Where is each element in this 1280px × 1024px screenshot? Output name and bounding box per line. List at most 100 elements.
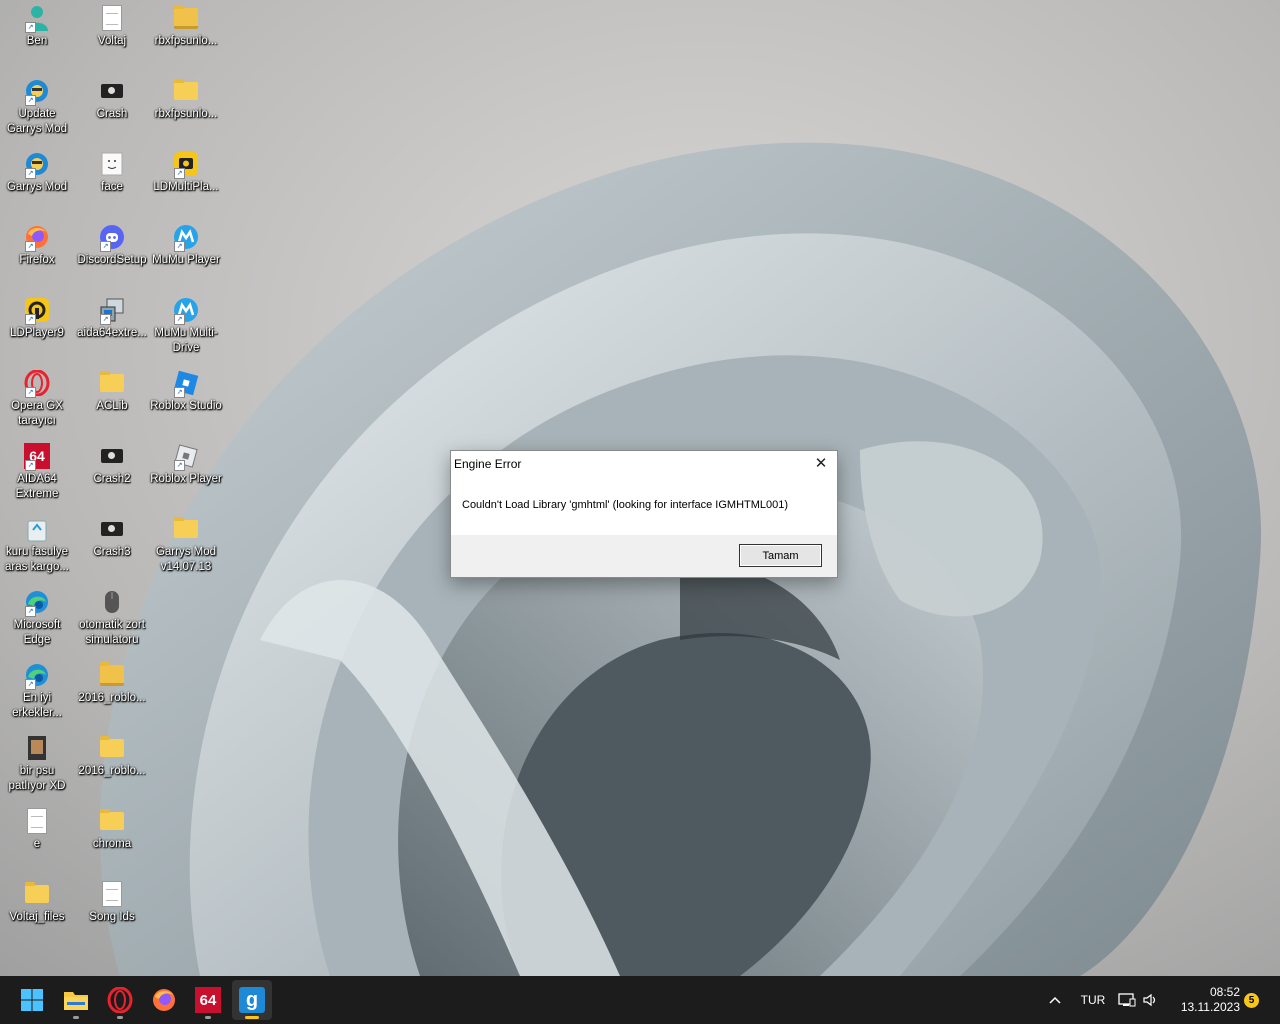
desktop-icon-label: DiscordSetup	[77, 254, 147, 266]
desktop-icon[interactable]: ↗ Roblox Studio	[149, 365, 223, 414]
desktop-icon-label: otomatik zort simulatoru	[79, 619, 145, 646]
desktop-icon-label: Ben	[26, 35, 48, 47]
firefox-icon	[153, 989, 175, 1011]
desktop-icon-label: 2016_roblo...	[78, 765, 146, 777]
desktop-icon[interactable]: chroma	[75, 803, 149, 852]
desktop-icon[interactable]: ↗ DiscordSetup	[75, 219, 149, 268]
taskbar-file-explorer[interactable]	[56, 980, 96, 1020]
ldplayer-icon: ↗	[23, 296, 51, 325]
shortcut-arrow-icon: ↗	[174, 168, 185, 179]
desktop-icon-label: aida64extre...	[77, 327, 147, 339]
desktop-icon[interactable]: ↗ MuMu Player	[149, 219, 223, 268]
user-icon: ↗	[23, 4, 51, 33]
desktop-icon[interactable]: ACLib	[75, 365, 149, 414]
shortcut-arrow-icon: ↗	[25, 95, 36, 106]
folder-icon	[98, 369, 126, 397]
shortcut-arrow-icon: ↗	[25, 168, 36, 179]
running-indicator	[205, 1016, 211, 1019]
desktop-icon[interactable]: bir psu patlıyor XD	[0, 730, 74, 794]
desktop-icon[interactable]: ↗ Ben	[0, 0, 74, 49]
desktop-icon[interactable]: ↗ En iyi erkekler...	[0, 657, 74, 721]
desktop-icon[interactable]: 2016_roblo...	[75, 730, 149, 779]
shortcut-arrow-icon: ↗	[25, 606, 36, 617]
desktop-icon[interactable]: ↗ LDPlayer9	[0, 292, 74, 341]
desktop-icon[interactable]: ↗ Microsoft Edge	[0, 584, 74, 648]
desktop-icon[interactable]: ↗ Garrys Mod	[0, 146, 74, 195]
desktop-icon[interactable]: Song Ids	[75, 876, 149, 925]
notification-center-button[interactable]: 5	[1244, 976, 1260, 1024]
desktop-icon[interactable]: 2016_roblo...	[75, 657, 149, 706]
desktop-icon-label: MuMu Multi-Drive	[154, 327, 218, 354]
desktop-icon[interactable]: Crash3	[75, 511, 149, 560]
shortcut-arrow-icon: ↗	[25, 460, 36, 471]
close-button[interactable]: ✕	[805, 451, 837, 475]
running-indicator	[73, 1016, 79, 1019]
desktop-icon[interactable]: kuru fasulye aras kargo...	[0, 511, 74, 575]
desktop-icon-label: 2016_roblo...	[78, 692, 146, 704]
desktop-icon-label: e	[33, 838, 41, 850]
taskbar-opera-gx[interactable]	[100, 980, 140, 1020]
desktop-icon[interactable]: ↗ LDMultiPla...	[149, 146, 223, 195]
shortcut-arrow-icon: ↗	[174, 241, 185, 252]
quick-settings-button[interactable]	[1118, 976, 1168, 1024]
windows-logo-icon	[21, 989, 43, 1011]
zip-folder-icon	[172, 4, 200, 32]
garrys-mod-icon-text: g	[245, 989, 259, 1011]
aida64-icon: 64 ↗	[23, 442, 51, 471]
volume-icon	[1143, 993, 1156, 1007]
garrysmod-icon: ↗	[23, 77, 51, 106]
shortcut-arrow-icon: ↗	[100, 314, 111, 325]
camera-icon	[98, 442, 126, 470]
discord-icon: ↗	[98, 223, 126, 252]
taskbar-firefox[interactable]	[144, 980, 184, 1020]
desktop-icon-label: LDMultiPla...	[153, 181, 219, 193]
desktop-icon-label: bir psu patlıyor XD	[8, 765, 66, 792]
desktop-icon-label: Firefox	[19, 254, 55, 266]
desktop-icon-label: Update Garrys Mod	[6, 108, 68, 135]
desktop-icon[interactable]: ↗ Opera GX tarayıcı	[0, 365, 74, 429]
shortcut-arrow-icon: ↗	[174, 460, 185, 471]
firefox-icon: ↗	[23, 223, 51, 252]
close-icon: ✕	[814, 455, 828, 472]
desktop-icon-label: Voltaj	[97, 35, 127, 47]
taskbar-aida64[interactable]: 64	[188, 980, 228, 1020]
desktop-icon[interactable]: 64 ↗ AIDA64 Extreme	[0, 438, 74, 502]
desktop-icon[interactable]: ↗ Firefox	[0, 219, 74, 268]
chevron-up-icon	[1049, 996, 1061, 1004]
desktop-icon-label: Roblox Studio	[150, 400, 222, 412]
network-icon	[1118, 993, 1136, 1007]
start-button[interactable]	[12, 980, 52, 1020]
face-icon	[98, 150, 126, 178]
desktop-icon[interactable]: otomatik zort simulatoru	[75, 584, 149, 648]
desktop-icon[interactable]: Garrys Mod v14.07.13	[149, 511, 223, 575]
desktop-icon[interactable]: e	[0, 803, 74, 852]
desktop-icon-label: Roblox Player	[150, 473, 222, 485]
taskbar-garrys-mod[interactable]: g	[232, 980, 272, 1020]
desktop-icon[interactable]: Crash	[75, 73, 149, 122]
desktop-icon[interactable]: ↗ MuMu Multi-Drive	[149, 292, 223, 356]
desktop-icon[interactable]: Voltaj_files	[0, 876, 74, 925]
desktop-icon[interactable]: Voltaj	[75, 0, 149, 49]
error-message: Couldn't Load Library 'gmhtml' (looking …	[462, 499, 789, 511]
shortcut-arrow-icon: ↗	[25, 679, 36, 690]
dialog-footer: Tamam	[451, 535, 837, 577]
clock[interactable]: 08:52 13.11.2023	[1174, 976, 1240, 1024]
desktop-icon[interactable]: ↗ Roblox Player	[149, 438, 223, 487]
desktop-icon-label: Garrys Mod v14.07.13	[155, 546, 217, 573]
folder-icon	[23, 880, 51, 908]
desktop-icon[interactable]: ↗ aida64extre...	[75, 292, 149, 341]
desktop-icon[interactable]: rbxfpsunlo...	[149, 73, 223, 122]
aida64-icon-text: 64	[199, 991, 217, 1009]
desktop-icon[interactable]: Crash2	[75, 438, 149, 487]
ok-button[interactable]: Tamam	[739, 544, 822, 567]
show-hidden-icons-button[interactable]	[1044, 976, 1066, 1024]
desktop-icon[interactable]: ↗ Update Garrys Mod	[0, 73, 74, 137]
installer-icon: ↗	[98, 296, 126, 325]
desktop-icon[interactable]: rbxfpsunlo...	[149, 0, 223, 49]
language-indicator[interactable]: TUR	[1076, 976, 1110, 1024]
edge-icon: ↗	[23, 588, 51, 617]
mumu-icon: ↗	[172, 223, 200, 252]
desktop-icon[interactable]: face	[75, 146, 149, 195]
shortcut-arrow-icon: ↗	[174, 387, 185, 398]
folder-icon	[98, 734, 126, 762]
